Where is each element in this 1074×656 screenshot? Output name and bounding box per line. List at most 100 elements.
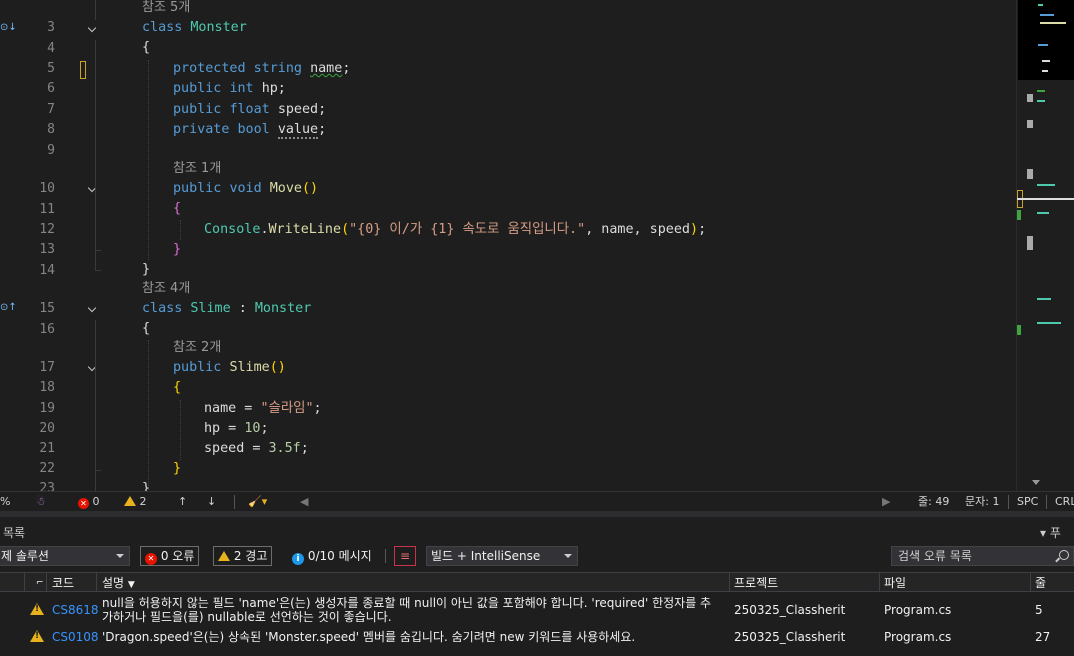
warning-icon — [218, 551, 230, 561]
outline-line — [95, 0, 96, 20]
line-number: 22 — [39, 461, 55, 476]
code-line-16: { — [142, 321, 151, 336]
code-line-4: { — [142, 40, 151, 55]
error-project: 250325_Classherit — [734, 630, 846, 644]
column-header-file[interactable]: 파일 — [884, 575, 906, 591]
errors-filter-button[interactable]: ✕ 0 오류 — [140, 546, 200, 566]
zoom-level[interactable]: % — [0, 495, 10, 509]
chevron-down-icon — [564, 554, 572, 558]
scope-dropdown[interactable]: 제 솔루션 — [0, 546, 130, 566]
collapse-chevron-icon[interactable] — [88, 305, 98, 315]
panel-pin-icon[interactable]: ▾ 푸 — [1040, 524, 1061, 541]
error-description: null을 허용하지 않는 필드 'name'은(는) 생성자를 종료할 때 n… — [102, 596, 712, 610]
minimap-viewport[interactable] — [1018, 0, 1074, 80]
health-icon[interactable]: ☃ — [36, 495, 46, 509]
minimap-mark — [1027, 169, 1033, 179]
info-icon: i — [292, 553, 304, 565]
scroll-right-arrow-icon[interactable]: ▶ — [882, 495, 890, 509]
scroll-left-arrow-icon[interactable]: ◀ — [300, 495, 308, 509]
code-line-3: class Monster — [142, 20, 247, 35]
search-error-list-input[interactable]: 검색 오류 목록 — [891, 546, 1074, 566]
error-project: 250325_Classherit — [734, 603, 846, 617]
pin-column-icon[interactable]: ⌐ — [36, 575, 44, 591]
error-code-link[interactable]: CS0108 — [52, 630, 99, 644]
override-down-icon[interactable]: ⊙↓ — [0, 22, 17, 33]
line-number: 9 — [47, 143, 55, 158]
code-line-23: } — [142, 481, 151, 491]
table-row[interactable]: CS8618 null을 허용하지 않는 필드 'name'은(는) 생성자를 … — [0, 596, 1074, 624]
minimap-mark — [1027, 120, 1033, 128]
code-line-10: public void Move() — [173, 181, 319, 196]
messages-filter-button[interactable]: i 0/10 메시지 — [287, 546, 377, 566]
code-line-22: } — [173, 461, 182, 476]
indent-guide — [148, 60, 149, 260]
code-line-18: { — [173, 380, 182, 395]
code-text[interactable]: 참조 5개 class Monster { protected string n… — [142, 0, 1012, 491]
codelens-references[interactable]: 참조 2개 — [173, 338, 221, 358]
collapse-chevron-icon[interactable] — [88, 25, 98, 35]
line-number: 10 — [39, 181, 55, 196]
indent-guide — [148, 340, 149, 490]
scroll-down-arrow-icon[interactable] — [1032, 480, 1040, 485]
line-number: 21 — [39, 441, 55, 456]
minimap-mark — [1027, 94, 1033, 102]
column-indicator[interactable]: 문자: 1 — [965, 495, 999, 509]
collapse-chevron-icon[interactable] — [88, 364, 98, 374]
warning-count[interactable]: 2 — [124, 495, 147, 509]
code-cleanup-broom-icon[interactable]: 🧹▾ — [248, 495, 267, 509]
indent-guide — [180, 220, 181, 240]
error-description: 가하거나 필드을(를) nullable로 선언하는 것이 좋습니다. — [102, 610, 392, 624]
code-line-5: protected string name; — [173, 61, 351, 76]
code-line-11: { — [173, 201, 182, 216]
error-icon: ✕ — [145, 553, 157, 565]
error-list-toolbar: 제 솔루션 ✕ 0 오류 2 경고 i 0/10 메시지 ≡ 빌드 + Inte… — [0, 544, 1074, 568]
indent-guide — [180, 400, 181, 460]
warning-icon — [30, 630, 44, 642]
code-line-6: public int hp; — [173, 81, 286, 96]
code-line-17: public Slime() — [173, 360, 286, 375]
error-count[interactable]: ✕ 0 — [78, 495, 100, 509]
minimap-scrollbar[interactable] — [1016, 0, 1074, 491]
filter-toggle-icon[interactable]: ≡ — [394, 546, 416, 566]
outline-line-end — [95, 250, 101, 251]
code-line-12: Console.WriteLine("{0} 이/가 {1} 속도로 움직입니다… — [204, 222, 707, 237]
outline-line-end — [95, 470, 101, 471]
minimap-caret-line — [1017, 198, 1074, 200]
next-issue-arrow-icon[interactable]: ↓ — [207, 495, 216, 509]
warning-icon — [30, 603, 44, 615]
error-code-link[interactable]: CS8618 — [52, 603, 99, 617]
column-header-project[interactable]: 프로젝트 — [734, 575, 778, 591]
line-number: 4 — [47, 41, 55, 56]
warnings-filter-button[interactable]: 2 경고 — [213, 546, 273, 566]
override-up-icon[interactable]: ⊙↑ — [0, 302, 17, 313]
line-number: 19 — [39, 401, 55, 416]
code-editor[interactable]: ⊙↓ ⊙↑ 3 4 5 6 7 8 9 10 11 12 13 14 15 16… — [0, 0, 1016, 491]
codelens-references[interactable]: 참조 4개 — [142, 279, 190, 299]
code-line-15: class Slime : Monster — [142, 301, 312, 316]
code-line-14: } — [142, 262, 151, 277]
codelens-references[interactable]: 참조 1개 — [173, 159, 221, 179]
column-header-line[interactable]: 줄 — [1035, 575, 1046, 591]
column-header-code[interactable]: 코드 — [52, 575, 74, 591]
line-number: 15 — [39, 301, 55, 316]
line-number: 11 — [39, 202, 55, 217]
column-header-description[interactable]: 설명 ▼ — [102, 575, 135, 593]
line-number: 23 — [39, 481, 55, 491]
collapse-chevron-icon[interactable] — [88, 185, 98, 195]
code-line-13: } — [173, 242, 182, 257]
table-row[interactable]: CS0108 'Dragon.speed'은(는) 상속된 'Monster.s… — [0, 627, 1074, 647]
code-line-20: hp = 10; — [204, 421, 269, 436]
whitespace-indicator[interactable]: SPC — [1017, 495, 1038, 509]
error-list-header: ⌐ 코드 설명 ▼ 프로젝트 파일 줄 — [0, 572, 1074, 592]
outline-line — [95, 200, 96, 250]
editor-status-bar: % ☃ ✕ 0 2 ↑ ↓ 🧹▾ ◀ ▶ 줄: 49 문자: 1 SPC CRL — [0, 491, 1074, 511]
build-intellisense-dropdown[interactable]: 빌드 + IntelliSense — [426, 546, 578, 566]
previous-issue-arrow-icon[interactable]: ↑ — [178, 495, 187, 509]
line-ending-indicator[interactable]: CRL — [1055, 495, 1074, 509]
error-line: 27 — [1035, 630, 1051, 644]
line-indicator[interactable]: 줄: 49 — [918, 495, 949, 509]
code-line-19: name = "슬라임"; — [204, 401, 322, 416]
minimap-warning-mark — [1017, 325, 1021, 335]
line-number: 20 — [39, 421, 55, 436]
codelens-references[interactable]: 참조 5개 — [142, 0, 190, 18]
